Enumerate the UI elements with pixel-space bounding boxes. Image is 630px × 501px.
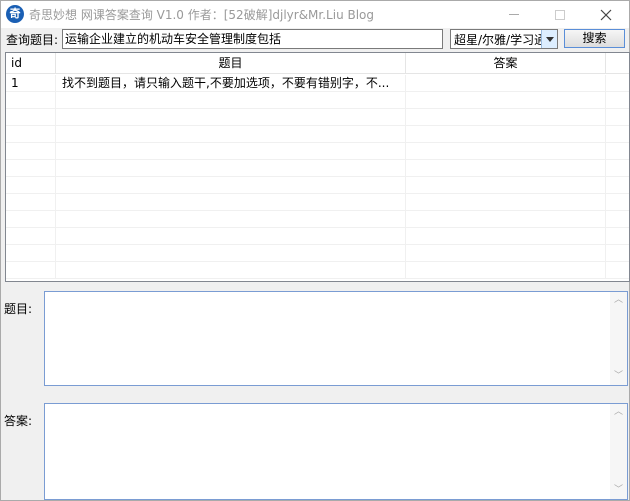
empty-row — [6, 143, 629, 160]
column-header-id[interactable]: id — [6, 53, 56, 74]
close-icon — [600, 9, 612, 20]
column-header-question[interactable]: 题目 — [56, 53, 406, 74]
app-logo-icon: 奇 — [6, 5, 24, 23]
title-bar[interactable]: 奇 奇思妙想 网课答案查询 V1.0 作者：[52破解]djlyr&Mr.Liu… — [1, 1, 629, 28]
empty-row — [6, 194, 629, 211]
empty-row — [6, 177, 629, 194]
question-scrollbar[interactable]: ︿ ﹀ — [610, 292, 627, 385]
empty-row — [6, 262, 629, 279]
question-field-label: 题目: — [4, 302, 33, 316]
source-select[interactable]: 超星/尔雅/学习通 — [450, 29, 558, 49]
query-input[interactable]: 运输企业建立的机动车安全管理制度包括 — [62, 29, 443, 49]
table-row[interactable]: 1 找不到题目，请只输入题干,不要加选项，不要有错别字，不... — [6, 75, 629, 92]
empty-row — [6, 126, 629, 143]
source-select-value: 超星/尔雅/学习通 — [454, 33, 542, 47]
maximize-icon — [555, 9, 565, 20]
minimize-icon — [509, 14, 519, 15]
empty-row — [6, 92, 629, 109]
query-label: 查询题目: — [6, 33, 59, 47]
search-button[interactable]: 搜索 — [564, 29, 625, 48]
maximize-button[interactable] — [537, 1, 583, 28]
minimize-button[interactable] — [491, 1, 537, 28]
row-answer — [406, 75, 606, 92]
answer-scrollbar[interactable]: ︿ ﹀ — [610, 404, 627, 499]
close-button[interactable] — [583, 1, 629, 28]
empty-row — [6, 245, 629, 262]
app-window: 奇 奇思妙想 网课答案查询 V1.0 作者：[52破解]djlyr&Mr.Liu… — [0, 0, 630, 501]
empty-row — [6, 160, 629, 177]
row-question: 找不到题目，请只输入题干,不要加选项，不要有错别字，不... — [56, 75, 406, 92]
table-header: id 题目 答案 — [6, 53, 629, 74]
window-title: 奇思妙想 网课答案查询 V1.0 作者：[52破解]djlyr&Mr.Liu B… — [29, 8, 375, 22]
scroll-down-icon[interactable]: ﹀ — [614, 372, 623, 381]
column-header-answer[interactable]: 答案 — [406, 53, 606, 74]
row-id: 1 — [6, 75, 56, 92]
empty-row — [6, 211, 629, 228]
scroll-up-icon[interactable]: ︿ — [614, 296, 623, 305]
answer-field-label: 答案: — [4, 414, 33, 428]
results-table[interactable]: id 题目 答案 1 找不到题目，请只输入题干,不要加选项，不要有错别字，不..… — [5, 52, 630, 282]
empty-row — [6, 109, 629, 126]
empty-row — [6, 228, 629, 245]
chevron-down-icon[interactable] — [541, 30, 557, 48]
answer-textarea[interactable]: ︿ ﹀ — [44, 403, 628, 500]
scroll-down-icon[interactable]: ﹀ — [614, 486, 623, 495]
question-textarea[interactable]: ︿ ﹀ — [44, 291, 628, 386]
scroll-up-icon[interactable]: ︿ — [614, 408, 623, 417]
